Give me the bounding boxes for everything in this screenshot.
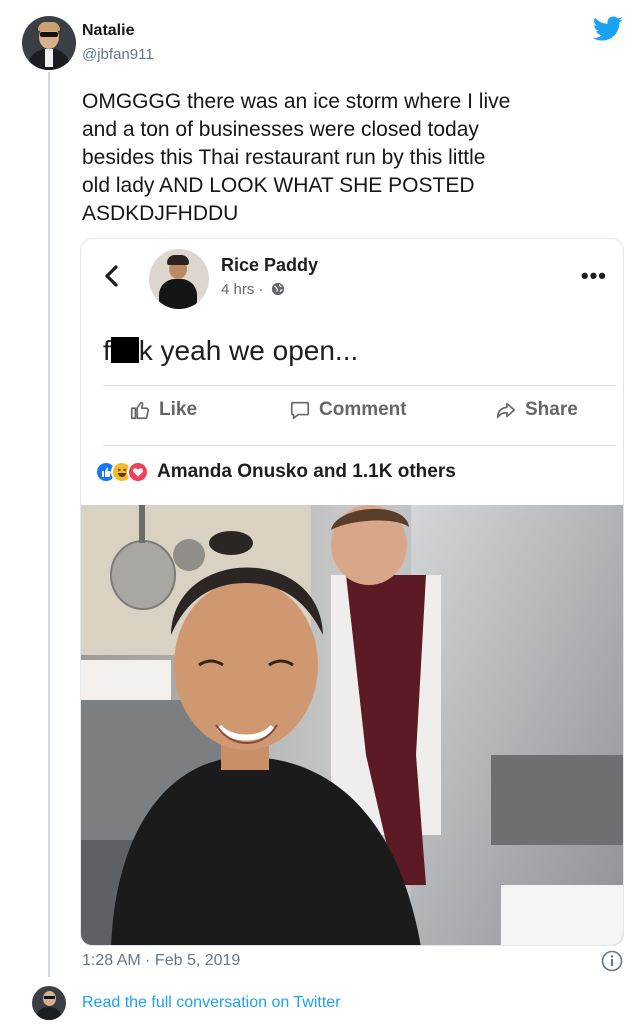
thread-line xyxy=(48,72,50,977)
tweet-text: OMGGGG there was an ice storm where I li… xyxy=(82,90,511,225)
post-photo[interactable] xyxy=(81,505,623,945)
tweet-timestamp[interactable]: 1:28 AM · Feb 5, 2019 xyxy=(82,952,240,970)
author-name[interactable]: Natalie xyxy=(82,22,134,40)
back-chevron-icon[interactable] xyxy=(103,265,121,287)
censor-bar xyxy=(110,337,139,363)
comment-bubble-icon xyxy=(290,401,310,420)
comment-label: Comment xyxy=(319,399,407,420)
post-time-label: 4 hrs · xyxy=(221,281,264,298)
divider xyxy=(103,445,617,446)
page-name[interactable]: Rice Paddy xyxy=(221,255,318,276)
author-handle[interactable]: @jbfan911 xyxy=(82,46,154,63)
photo-illustration xyxy=(81,505,623,945)
share-button[interactable]: Share xyxy=(495,399,578,421)
more-options-icon[interactable]: ••• xyxy=(581,265,607,287)
post-time: 4 hrs · xyxy=(221,281,285,298)
twitter-bird-icon[interactable] xyxy=(593,16,623,42)
divider xyxy=(103,385,617,386)
reactions-text: Amanda Onusko and 1.1K others xyxy=(157,461,456,482)
author-avatar-small[interactable] xyxy=(32,986,66,1020)
like-label: Like xyxy=(159,399,198,420)
info-icon[interactable] xyxy=(601,950,623,972)
share-label: Share xyxy=(525,399,578,420)
post-text-prefix: f xyxy=(103,335,111,366)
thumbs-up-icon xyxy=(130,401,150,420)
share-arrow-icon xyxy=(496,402,516,419)
love-icon xyxy=(127,461,149,483)
reactions-summary[interactable]: Amanda Onusko and 1.1K others xyxy=(95,461,456,483)
post-text: f k yeah we open... xyxy=(103,335,358,367)
page-avatar[interactable] xyxy=(149,249,209,309)
read-conversation-link[interactable]: Read the full conversation on Twitter xyxy=(82,994,341,1012)
embedded-post-card[interactable]: Rice Paddy 4 hrs · ••• f k yeah we open..… xyxy=(80,238,624,946)
globe-icon xyxy=(271,282,284,296)
post-text-suffix: k yeah we open... xyxy=(138,335,359,366)
author-avatar[interactable] xyxy=(22,16,76,70)
comment-button[interactable]: Comment xyxy=(289,399,407,421)
like-button[interactable]: Like xyxy=(129,399,197,421)
